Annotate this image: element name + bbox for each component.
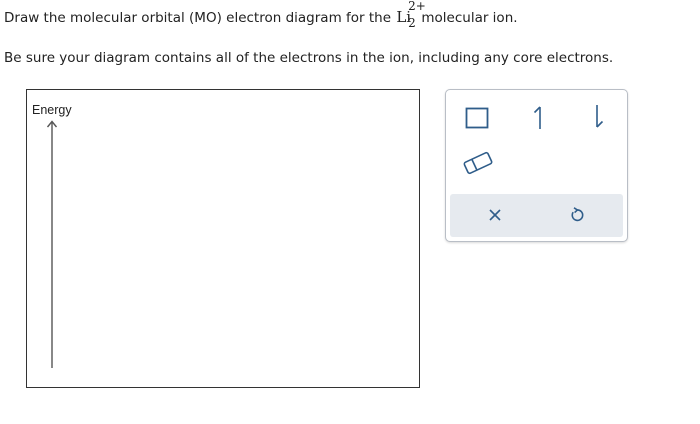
formula-superscript: 2+ bbox=[408, 0, 426, 13]
question-line-1: Draw the molecular orbital (MO) electron… bbox=[4, 0, 518, 30]
electron-spin-down-tool[interactable] bbox=[583, 100, 613, 134]
ion-formula: Li 2+ 2 bbox=[396, 0, 425, 30]
half-arrow-down-icon bbox=[596, 105, 604, 128]
question-line-2: Be sure your diagram contains all of the… bbox=[4, 50, 614, 66]
formula-subscript: 2 bbox=[408, 16, 416, 30]
undo-button[interactable] bbox=[560, 198, 594, 232]
half-arrow-up-icon bbox=[533, 106, 541, 129]
drawing-toolbox bbox=[445, 89, 628, 242]
square-icon bbox=[465, 107, 489, 129]
orbital-box-tool[interactable] bbox=[460, 102, 494, 134]
mo-diagram-canvas[interactable]: Energy bbox=[26, 89, 420, 388]
clear-button[interactable] bbox=[478, 198, 512, 232]
undo-icon bbox=[571, 207, 584, 222]
electron-spin-up-tool[interactable] bbox=[524, 100, 554, 134]
eraser-tool[interactable] bbox=[460, 148, 496, 178]
question-text-after: molecular ion. bbox=[417, 10, 518, 26]
eraser-icon bbox=[463, 151, 493, 175]
question-text-before: Draw the molecular orbital (MO) electron… bbox=[4, 10, 396, 26]
toolbox-footer bbox=[450, 194, 623, 237]
energy-axis-arrow-icon bbox=[46, 120, 58, 368]
close-icon bbox=[489, 209, 501, 221]
energy-axis-label: Energy bbox=[32, 103, 72, 117]
